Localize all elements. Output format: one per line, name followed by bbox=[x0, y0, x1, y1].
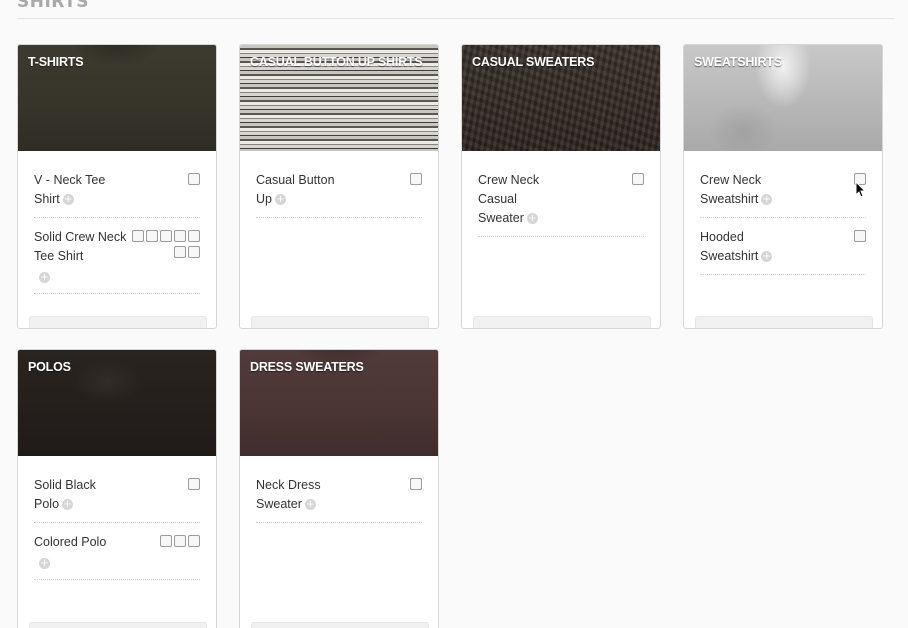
size-checkbox[interactable] bbox=[160, 535, 172, 547]
size-checkboxes bbox=[352, 478, 422, 494]
list-item: Solid Crew Neck Tee Shirt + bbox=[34, 224, 200, 294]
category-image-casual-button-up[interactable]: CASUAL BUTTON UP SHIRTS bbox=[240, 45, 438, 151]
card-footer bbox=[29, 622, 207, 628]
plus-circle-icon[interactable]: + bbox=[39, 558, 50, 570]
category-image-sweatshirts[interactable]: SWEATSHIRTS bbox=[684, 45, 882, 151]
size-checkboxes bbox=[352, 173, 422, 189]
category-card-casual-sweaters: CASUAL SWEATERS Crew Neck Casual Sweater… bbox=[461, 44, 661, 329]
size-checkbox[interactable] bbox=[160, 230, 172, 242]
size-checkbox[interactable] bbox=[854, 230, 866, 242]
size-checkbox[interactable] bbox=[632, 173, 644, 185]
plus-circle-icon[interactable]: + bbox=[761, 194, 773, 206]
size-checkboxes bbox=[130, 478, 200, 494]
size-checkboxes bbox=[130, 535, 200, 551]
card-footer bbox=[473, 316, 651, 328]
category-image-polos[interactable]: POLOS bbox=[18, 350, 216, 456]
item-name[interactable]: Crew Neck Sweatshirt bbox=[700, 173, 761, 206]
category-card-dress-sweaters: DRESS SWEATERS Neck Dress Sweater + bbox=[239, 349, 439, 628]
size-checkbox[interactable] bbox=[132, 230, 144, 242]
plus-circle-icon[interactable]: + bbox=[761, 251, 773, 263]
size-checkboxes bbox=[130, 173, 200, 189]
size-checkbox[interactable] bbox=[188, 230, 200, 242]
size-checkbox[interactable] bbox=[174, 230, 186, 242]
size-checkbox[interactable] bbox=[146, 230, 158, 242]
category-card-polos: POLOS Solid Black Polo + Colored Polo + bbox=[17, 349, 217, 628]
mouse-pointer-icon bbox=[855, 181, 865, 198]
list-item: Solid Black Polo + bbox=[34, 472, 200, 523]
list-item: Hooded Sweatshirt + bbox=[700, 224, 866, 275]
item-name[interactable]: Colored Polo bbox=[34, 535, 106, 549]
category-title: SWEATSHIRTS bbox=[694, 55, 782, 69]
section-divider bbox=[17, 18, 894, 19]
plus-circle-icon[interactable]: + bbox=[304, 499, 316, 511]
list-item: Casual Button Up + bbox=[256, 167, 422, 218]
size-checkbox[interactable] bbox=[188, 478, 200, 490]
category-image-casual-sweaters[interactable]: CASUAL SWEATERS bbox=[462, 45, 660, 151]
category-title: POLOS bbox=[28, 360, 71, 374]
category-image-t-shirts[interactable]: T-SHIRTS bbox=[18, 45, 216, 151]
size-checkbox[interactable] bbox=[188, 173, 200, 185]
card-footer bbox=[695, 316, 873, 328]
list-item: Colored Polo + bbox=[34, 529, 200, 580]
section-title: SHIRTS bbox=[17, 0, 89, 12]
list-item: V - Neck Tee Shirt + bbox=[34, 167, 200, 218]
size-checkbox[interactable] bbox=[174, 246, 186, 258]
item-name[interactable]: Hooded Sweatshirt bbox=[700, 230, 758, 263]
card-footer bbox=[251, 622, 429, 628]
category-card-sweatshirts: SWEATSHIRTS Crew Neck Sweatshirt + Hooded… bbox=[683, 44, 883, 329]
list-item: Neck Dress Sweater + bbox=[256, 472, 422, 523]
category-card-casual-button-up: CASUAL BUTTON UP SHIRTS Casual Button Up… bbox=[239, 44, 439, 329]
card-footer bbox=[251, 316, 429, 328]
plus-circle-icon[interactable]: + bbox=[62, 194, 74, 206]
size-checkbox[interactable] bbox=[188, 535, 200, 547]
item-name[interactable]: Solid Crew Neck Tee Shirt bbox=[34, 230, 126, 263]
list-item: Crew Neck Casual Sweater + bbox=[478, 167, 644, 237]
category-image-dress-sweaters[interactable]: DRESS SWEATERS bbox=[240, 350, 438, 456]
category-title: CASUAL SWEATERS bbox=[472, 55, 595, 69]
size-checkboxes bbox=[574, 173, 644, 189]
category-title: T-SHIRTS bbox=[28, 55, 84, 69]
size-checkbox[interactable] bbox=[410, 478, 422, 490]
plus-circle-icon[interactable]: + bbox=[274, 194, 286, 206]
card-footer bbox=[29, 316, 207, 328]
plus-circle-icon[interactable]: + bbox=[526, 213, 538, 225]
category-card-t-shirts: T-SHIRTS V - Neck Tee Shirt + Solid Crew … bbox=[17, 44, 217, 329]
item-name[interactable]: Casual Button Up bbox=[256, 173, 335, 206]
category-title: DRESS SWEATERS bbox=[250, 360, 364, 374]
size-checkbox[interactable] bbox=[410, 173, 422, 185]
size-checkboxes bbox=[130, 230, 200, 262]
category-title: CASUAL BUTTON UP SHIRTS bbox=[250, 55, 423, 69]
plus-circle-icon[interactable]: + bbox=[62, 499, 74, 511]
size-checkbox[interactable] bbox=[174, 535, 186, 547]
list-item: Crew Neck Sweatshirt + bbox=[700, 167, 866, 218]
size-checkbox[interactable] bbox=[188, 246, 200, 258]
size-checkboxes bbox=[796, 230, 866, 246]
plus-circle-icon[interactable]: + bbox=[39, 272, 50, 284]
